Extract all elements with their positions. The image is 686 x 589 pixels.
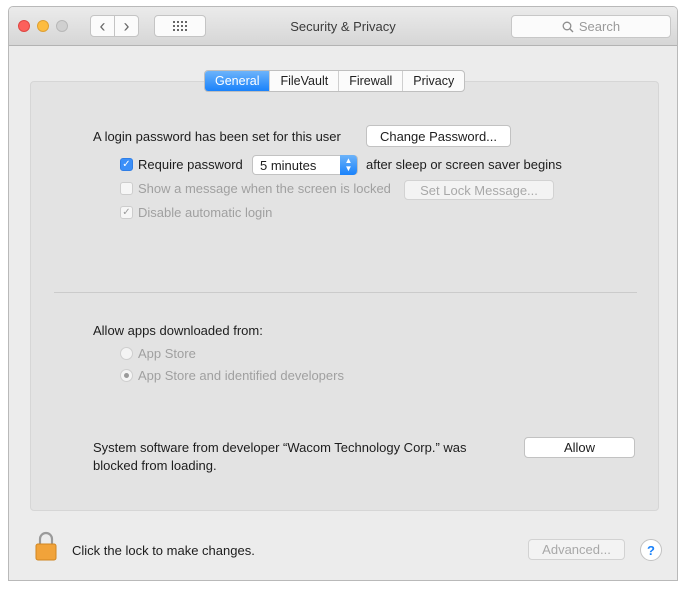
require-interval-select[interactable]: 5 minutes ▲ ▼	[252, 155, 358, 175]
login-password-text: A login password has been set for this u…	[93, 129, 341, 144]
search-icon	[562, 21, 574, 32]
require-interval-value: 5 minutes	[260, 157, 317, 173]
stepper-arrows-icon: ▲ ▼	[340, 155, 357, 175]
show-message-checkbox[interactable]	[120, 182, 133, 195]
lock-icon	[35, 531, 57, 561]
tab-bar: General FileVault Firewall Privacy	[204, 70, 466, 92]
identified-developers-radio[interactable]	[120, 369, 133, 382]
lock-instruction-text: Click the lock to make changes.	[72, 543, 255, 558]
blocked-software-text-line2: blocked from loading.	[93, 458, 217, 473]
allow-apps-heading: Allow apps downloaded from:	[93, 323, 263, 338]
tab-filevault[interactable]: FileVault	[269, 71, 338, 91]
section-divider	[54, 292, 637, 293]
general-panel: A login password has been set for this u…	[30, 81, 659, 511]
title-bar: ‹ › Security & Privacy Search	[9, 7, 677, 46]
app-store-label: App Store	[138, 346, 196, 361]
app-store-radio[interactable]	[120, 347, 133, 360]
change-password-button[interactable]: Change Password...	[366, 125, 511, 147]
search-field[interactable]: Search	[511, 15, 671, 38]
disable-auto-login-checkbox[interactable]: ✓	[120, 206, 133, 219]
checkmark-icon: ✓	[122, 206, 131, 218]
require-password-checkbox[interactable]: ✓	[120, 158, 133, 171]
checkmark-icon: ✓	[122, 158, 131, 170]
help-button[interactable]: ?	[640, 539, 662, 561]
lock-button[interactable]	[35, 531, 57, 564]
show-message-label: Show a message when the screen is locked	[138, 181, 391, 196]
tab-firewall[interactable]: Firewall	[338, 71, 402, 91]
require-password-label: Require password	[138, 157, 243, 172]
identified-developers-label: App Store and identified developers	[138, 368, 344, 383]
help-icon: ?	[647, 542, 655, 558]
set-lock-message-button[interactable]: Set Lock Message...	[404, 180, 554, 200]
search-placeholder: Search	[578, 19, 621, 34]
blocked-software-text-line1: System software from developer “Wacom Te…	[93, 440, 467, 455]
allow-button[interactable]: Allow	[524, 437, 635, 458]
preferences-window: ‹ › Security & Privacy Search A login pa…	[8, 6, 678, 581]
disable-auto-login-label: Disable automatic login	[138, 205, 273, 220]
tab-general[interactable]: General	[205, 71, 270, 91]
advanced-button[interactable]: Advanced...	[528, 539, 625, 560]
tab-privacy[interactable]: Privacy	[402, 71, 464, 91]
after-sleep-text: after sleep or screen saver begins	[366, 157, 562, 172]
